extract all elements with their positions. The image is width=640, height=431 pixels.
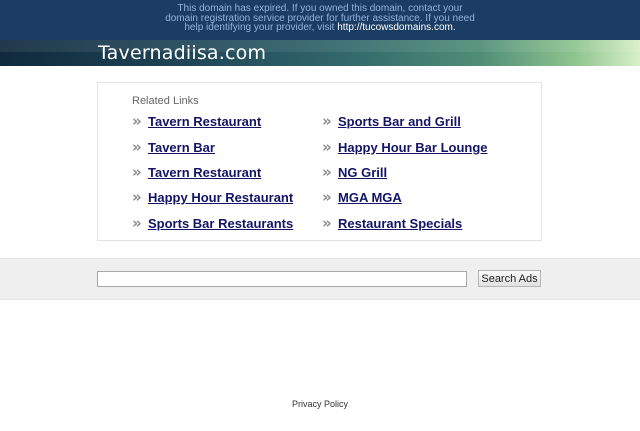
related-link[interactable]: » MGA MGA	[322, 185, 488, 210]
related-links-title: Related Links	[132, 95, 199, 107]
banner-line-3-text: help identifying your provider, visit	[184, 22, 338, 34]
related-link-label[interactable]: Tavern Bar	[148, 140, 215, 155]
chevron-right-icon: »	[132, 213, 142, 232]
site-header: Tavernadiisa.com	[0, 40, 640, 66]
related-link-label[interactable]: Happy Hour Bar Lounge	[338, 140, 488, 155]
related-link[interactable]: » Tavern Restaurant	[132, 160, 293, 185]
chevron-right-icon: »	[132, 112, 142, 131]
chevron-right-icon: »	[322, 213, 332, 232]
chevron-right-icon: »	[322, 162, 332, 181]
tucows-link[interactable]: http://tucowsdomains.com.	[337, 22, 455, 33]
site-title: Tavernadiisa.com	[98, 42, 267, 64]
search-ads-button[interactable]: Search Ads	[478, 270, 541, 287]
related-link-label[interactable]: Sports Bar and Grill	[338, 114, 461, 129]
related-link[interactable]: » NG Grill	[322, 160, 488, 185]
related-link[interactable]: » Happy Hour Bar Lounge	[322, 134, 488, 159]
related-link-label[interactable]: NG Grill	[338, 165, 387, 180]
chevron-right-icon: »	[132, 137, 142, 156]
related-link[interactable]: » Happy Hour Restaurant	[132, 185, 293, 210]
related-link[interactable]: » Tavern Restaurant	[132, 109, 293, 134]
chevron-right-icon: »	[322, 188, 332, 207]
related-link[interactable]: » Restaurant Specials	[322, 211, 488, 236]
related-link-label[interactable]: Sports Bar Restaurants	[148, 216, 293, 231]
related-links-left-column: » Tavern Restaurant » Tavern Bar » Tavern R…	[132, 109, 293, 236]
search-input[interactable]	[97, 271, 467, 287]
expired-domain-banner: This domain has expired. If you owned th…	[0, 0, 640, 40]
privacy-policy-link[interactable]: Privacy Policy	[292, 399, 348, 409]
related-link-label[interactable]: MGA MGA	[338, 190, 402, 205]
related-link-label[interactable]: Restaurant Specials	[338, 216, 462, 231]
chevron-right-icon: »	[322, 137, 332, 156]
related-link[interactable]: » Sports Bar Restaurants	[132, 211, 293, 236]
related-links-right-column: » Sports Bar and Grill » Happy Hour Bar Lo…	[322, 109, 488, 236]
footer: Privacy Policy	[0, 399, 640, 409]
search-bar: Search Ads	[0, 258, 640, 300]
related-link-label[interactable]: Tavern Restaurant	[148, 165, 261, 180]
related-link-label[interactable]: Happy Hour Restaurant	[148, 190, 293, 205]
chevron-right-icon: »	[132, 188, 142, 207]
banner-line-3: help identifying your provider, visit ht…	[0, 23, 640, 33]
related-link[interactable]: » Sports Bar and Grill	[322, 109, 488, 134]
related-links-box: Related Links » Tavern Restaurant » Tavern…	[97, 82, 542, 241]
related-link-label[interactable]: Tavern Restaurant	[148, 114, 261, 129]
related-link[interactable]: » Tavern Bar	[132, 134, 293, 159]
chevron-right-icon: »	[132, 162, 142, 181]
chevron-right-icon: »	[322, 112, 332, 131]
